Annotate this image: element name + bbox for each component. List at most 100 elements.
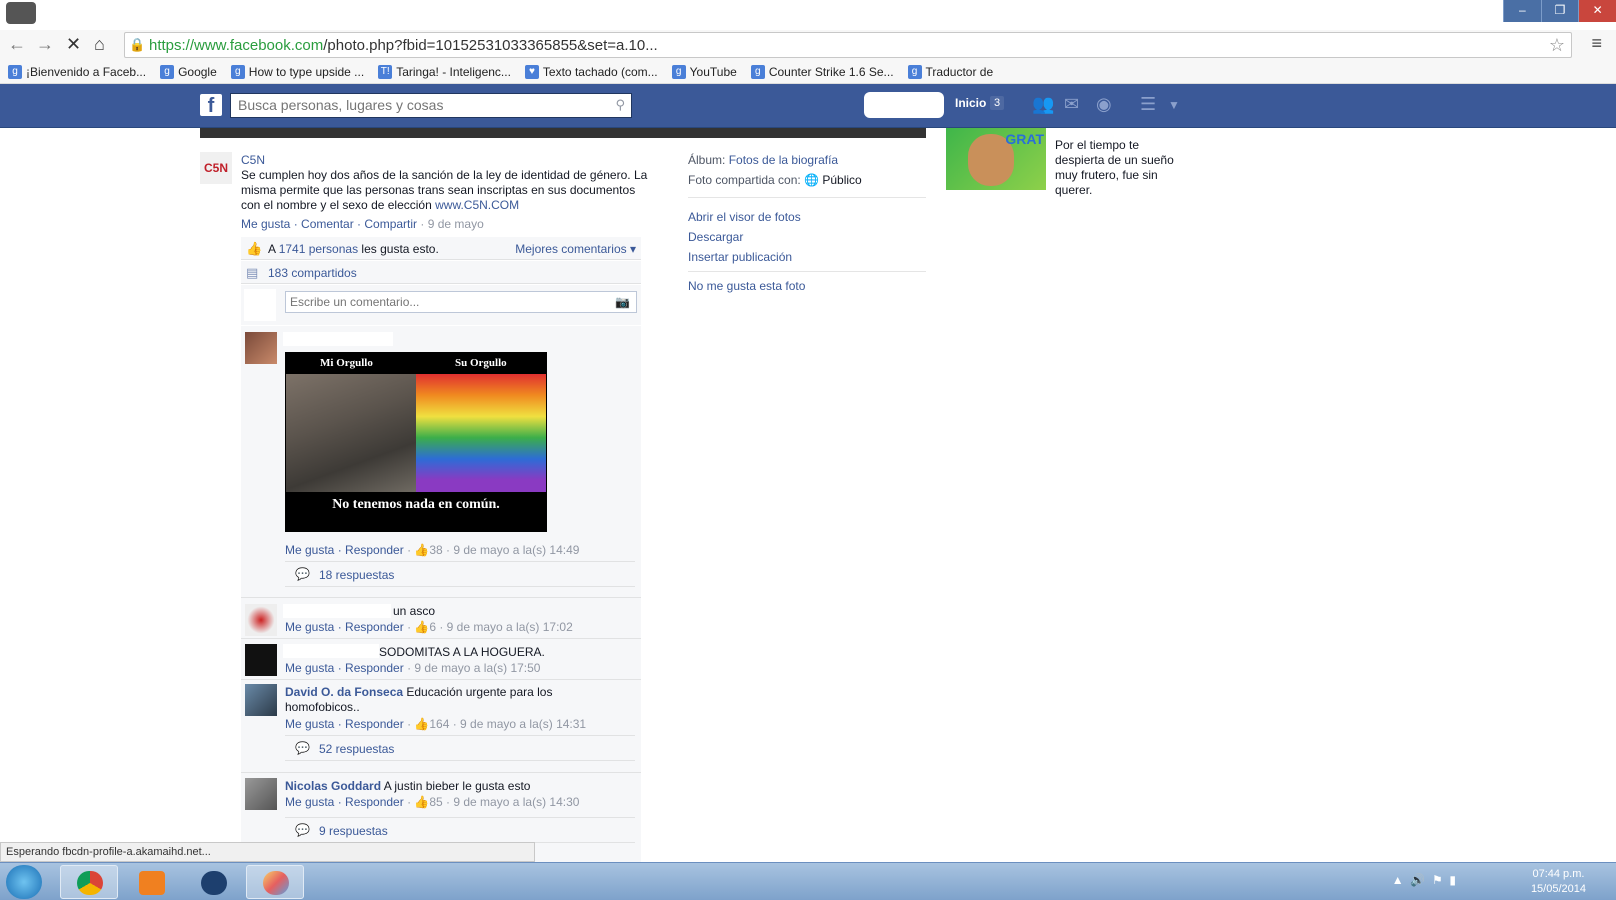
stop-icon[interactable]: ✕ xyxy=(66,34,81,55)
bookmark-item[interactable]: ♥ Texto tachado (com... xyxy=(524,60,658,83)
replies-count[interactable]: 18 respuestas xyxy=(319,568,394,582)
settings-chevron-icon[interactable]: ▼ xyxy=(1168,98,1180,112)
bookmark-item[interactable]: g Traductor de xyxy=(907,60,993,83)
browser-titlebar: – ❐ ✕ xyxy=(0,0,1616,30)
comment-input[interactable] xyxy=(286,292,606,312)
divider xyxy=(688,197,926,198)
commenter-name-redacted[interactable] xyxy=(283,644,379,658)
commenter-avatar[interactable] xyxy=(245,684,277,716)
bookmark-item[interactable]: g YouTube xyxy=(671,60,737,83)
post-action-links[interactable]: Me gusta · Comentar · Compartir xyxy=(241,217,417,231)
clock-time: 07:44 p.m. xyxy=(1532,868,1585,880)
show-hidden-icon[interactable]: ▲ xyxy=(1392,873,1404,887)
flag-icon[interactable]: ⚑ xyxy=(1432,873,1443,887)
audience-value[interactable]: Público xyxy=(822,173,861,187)
commenter-name-redacted[interactable] xyxy=(283,332,393,346)
volume-icon[interactable]: 🔊 xyxy=(1410,873,1425,887)
menu-icon[interactable]: ≡ xyxy=(1591,33,1602,54)
start-button[interactable] xyxy=(6,865,42,899)
home-link[interactable]: Inicio xyxy=(955,96,986,110)
bookmark-item[interactable]: g How to type upside ... xyxy=(230,60,365,83)
replies-link[interactable]: 💬 9 respuestas xyxy=(285,817,635,843)
chrome-taskbar-button[interactable] xyxy=(60,865,118,899)
lock-icon: 🔒 xyxy=(129,37,146,52)
search-box[interactable]: ⚲ xyxy=(230,93,632,118)
commenter-avatar[interactable] xyxy=(245,778,277,810)
comment-actions[interactable]: Me gusta · Responder xyxy=(285,661,404,675)
close-button[interactable]: ✕ xyxy=(1578,0,1616,22)
bookmark-item[interactable]: g ¡Bienvenido a Faceb... xyxy=(8,60,146,83)
camera-icon[interactable]: 📷 xyxy=(615,295,630,309)
privacy-icon[interactable]: ☰ xyxy=(1140,94,1156,115)
comment-info: · 👍38 · 9 de mayo a la(s) 14:49 xyxy=(403,543,580,557)
network-icon[interactable]: ▮ xyxy=(1449,873,1456,887)
url-path: /photo.php?fbid=10152531033365855&set=a.… xyxy=(323,37,658,54)
comment-field[interactable]: 📷 xyxy=(285,291,637,313)
post-link[interactable]: www.C5N.COM xyxy=(435,198,519,212)
facebook-logo-icon[interactable]: f xyxy=(200,94,222,117)
comment-info: · 👍164 · 9 de mayo a la(s) 14:31 xyxy=(403,717,587,731)
replies-link[interactable]: 💬 18 respuestas xyxy=(285,561,635,587)
bookmark-item[interactable]: g Counter Strike 1.6 Se... xyxy=(750,60,894,83)
media-player-taskbar-button[interactable] xyxy=(122,865,180,899)
download-link[interactable]: Descargar xyxy=(688,230,743,244)
bookmark-favicon-icon: T! xyxy=(378,64,393,79)
notifications-icon[interactable]: ◉ xyxy=(1096,94,1112,115)
bookmark-label: ¡Bienvenido a Faceb... xyxy=(26,64,147,79)
bookmark-favicon-icon: g xyxy=(8,64,22,79)
comment-body: A justin bieber le gusta esto xyxy=(381,779,531,793)
clock[interactable]: 07:44 p.m. 15/05/2014 xyxy=(1531,867,1586,897)
media-player-icon xyxy=(139,871,165,895)
ad-text[interactable]: Por el tiempo te despierta de un sueño m… xyxy=(1055,138,1185,198)
post-author[interactable]: C5N xyxy=(241,153,265,167)
bookmark-star-icon[interactable]: ☆ xyxy=(1549,35,1565,56)
comment-actions[interactable]: Me gusta · Responder xyxy=(285,795,404,809)
ad-image[interactable]: GRAT xyxy=(946,128,1046,190)
friend-requests-icon[interactable]: 👥 xyxy=(1032,94,1054,115)
commenter-name[interactable]: David O. da Fonseca xyxy=(285,685,403,699)
commenter-avatar[interactable] xyxy=(245,332,277,364)
open-viewer-link[interactable]: Abrir el visor de fotos xyxy=(688,210,801,224)
page-avatar[interactable]: C5N xyxy=(200,152,232,184)
search-icon[interactable]: ⚲ xyxy=(615,97,625,113)
album-link[interactable]: Fotos de la biografía xyxy=(729,153,838,167)
bookmark-item[interactable]: g Google xyxy=(160,60,217,83)
commenter-avatar[interactable] xyxy=(245,604,277,636)
bookmark-favicon-icon: g xyxy=(160,64,175,79)
forward-icon[interactable]: → xyxy=(36,34,54,55)
replies-link[interactable]: 💬 52 respuestas xyxy=(285,735,635,761)
ad-badge: GRAT xyxy=(1005,131,1044,147)
replies-count[interactable]: 52 respuestas xyxy=(319,742,394,756)
likes-link[interactable]: 1741 personas xyxy=(279,242,358,256)
bookmark-item[interactable]: T! Taringa! - Inteligenc... xyxy=(378,60,511,83)
bookmark-label: How to type upside ... xyxy=(248,64,365,79)
paint-taskbar-button[interactable] xyxy=(246,865,304,899)
bookmark-favicon-icon: g xyxy=(230,64,245,79)
maximize-button[interactable]: ❐ xyxy=(1540,0,1579,22)
messages-icon[interactable]: ✉ xyxy=(1064,94,1079,115)
window-controls: – ❐ ✕ xyxy=(1503,0,1616,22)
post-date[interactable]: · 9 de mayo xyxy=(417,217,483,231)
comment-actions[interactable]: Me gusta · Responder xyxy=(285,620,404,634)
bookmarks-bar: g ¡Bienvenido a Faceb... g Google g How to ty… xyxy=(0,60,1616,84)
url-host: https://www.facebook.com xyxy=(149,37,324,54)
commenter-name-redacted[interactable] xyxy=(283,604,391,618)
comment-actions[interactable]: Me gusta · Responder xyxy=(285,543,404,557)
dislike-photo-link[interactable]: No me gusta esta foto xyxy=(688,279,805,293)
address-bar[interactable]: 🔒 https://www.facebook.com/photo.php?fbi… xyxy=(124,32,1572,58)
profile-name-redacted[interactable] xyxy=(864,92,944,118)
commenter-name[interactable]: Nicolas Goddard xyxy=(285,779,381,793)
search-input[interactable] xyxy=(231,94,591,116)
app-taskbar-button[interactable] xyxy=(184,865,242,899)
home-icon[interactable]: ⌂ xyxy=(94,34,105,55)
comment-meta: Me gusta · Responder · 👍85 · 9 de mayo a… xyxy=(285,795,579,809)
best-comments-dropdown[interactable]: Mejores comentarios ▾ xyxy=(515,242,636,256)
replies-count[interactable]: 9 respuestas xyxy=(319,824,388,838)
embed-post-link[interactable]: Insertar publicación xyxy=(688,250,792,264)
commenter-avatar[interactable] xyxy=(245,644,277,676)
back-icon[interactable]: ← xyxy=(8,34,26,55)
comment-actions[interactable]: Me gusta · Responder xyxy=(285,717,404,731)
comment-image[interactable]: Mi Orgullo Su Orgullo No tenemos nada en… xyxy=(285,352,547,532)
minimize-button[interactable]: – xyxy=(1503,0,1541,22)
shares-link[interactable]: 183 compartidos xyxy=(268,266,357,280)
